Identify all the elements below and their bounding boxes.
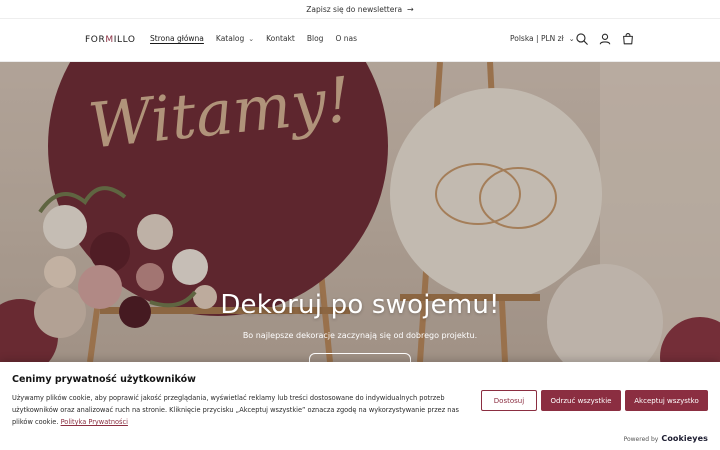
chevron-down-icon: ⌄ <box>568 34 575 43</box>
cookieyes-logo: Cookieyes <box>661 434 708 443</box>
logo[interactable]: FORMILLO <box>85 35 136 45</box>
nav-item-label: Blog <box>306 34 324 43</box>
logo-part: FOR <box>85 35 106 45</box>
powered-by-label: Powered by <box>623 436 659 443</box>
nav-item-blog[interactable]: Blog <box>307 34 324 43</box>
nav-item-label: Strona główna <box>150 34 204 43</box>
logo-part-accent: M <box>105 35 114 45</box>
hero-banner: Witamy! Dekoruj po swojemu! Bo najlepsze… <box>0 62 720 362</box>
main-nav: Strona główna Katalog ⌄ Kontakt Blog O na… <box>150 34 357 43</box>
search-icon[interactable] <box>575 32 589 46</box>
nav-item-catalog[interactable]: Katalog ⌄ <box>216 34 254 43</box>
nav-item-contact[interactable]: Kontakt <box>266 34 295 43</box>
privacy-policy-link[interactable]: Polityka Prywatności <box>61 418 128 426</box>
hero-subtitle: Bo najlepsze dekoracje zaczynają się od … <box>242 331 478 340</box>
announcement-bar[interactable]: Zapisz się do newslettera → <box>0 0 720 19</box>
customize-button[interactable]: Dostosuj <box>481 390 537 411</box>
accept-all-button[interactable]: Akceptuj wszystko <box>625 390 708 411</box>
cookie-banner: Cenimy prywatność użytkowników Używamy p… <box>0 362 720 450</box>
reject-all-button[interactable]: Odrzuć wszystkie <box>541 390 621 411</box>
account-icon[interactable] <box>598 32 612 46</box>
nav-item-label: O nas <box>335 34 357 43</box>
announcement-text[interactable]: Zapisz się do newslettera <box>306 5 402 14</box>
cookie-description: Używamy plików cookie, aby poprawić jako… <box>12 392 470 428</box>
cart-icon[interactable] <box>621 32 635 46</box>
header-icons <box>575 32 635 46</box>
chevron-down-icon: ⌄ <box>248 34 255 43</box>
hero-title: Dekoruj po swojemu! <box>220 290 500 320</box>
locale-selector[interactable]: Polska | PLN zł ⌄ <box>510 34 575 43</box>
locale-label: Polska | PLN zł <box>510 34 564 43</box>
site-header: FORMILLO Strona główna Katalog ⌄ Kontakt … <box>0 19 720 62</box>
arrow-right-icon: → <box>407 4 414 14</box>
nav-item-home[interactable]: Strona główna <box>150 34 204 43</box>
logo-part: ILLO <box>113 35 136 45</box>
nav-item-label: Kontakt <box>266 34 295 43</box>
hero-cta-button[interactable] <box>309 353 411 362</box>
powered-by[interactable]: Powered by Cookieyes <box>624 434 708 443</box>
nav-item-about[interactable]: O nas <box>335 34 357 43</box>
cookie-title: Cenimy prywatność użytkowników <box>12 374 196 385</box>
nav-item-label: Katalog <box>215 34 245 43</box>
